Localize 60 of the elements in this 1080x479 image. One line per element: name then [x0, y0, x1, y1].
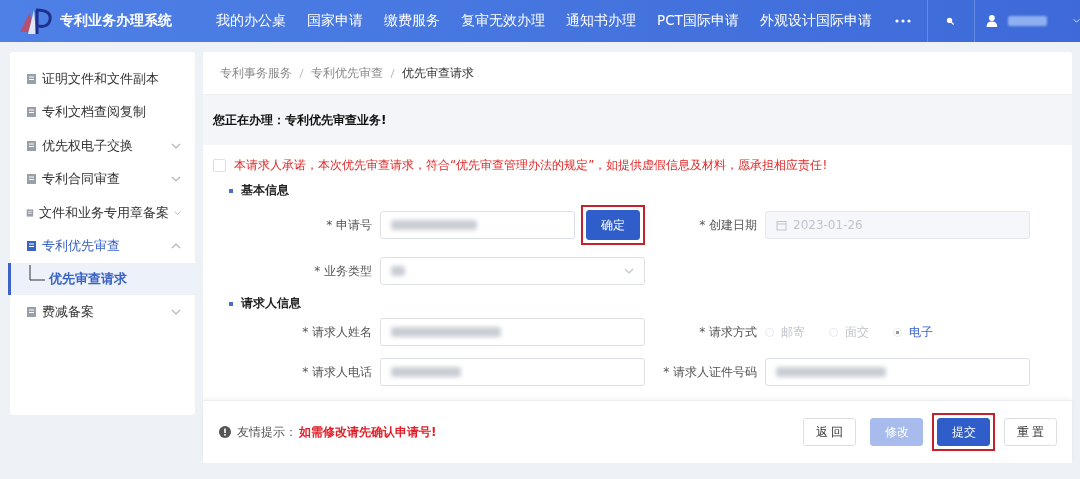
- radio-option[interactable]: 电子: [893, 323, 933, 341]
- sidebar-item[interactable]: 费减备案: [10, 295, 195, 329]
- tip-text: 如需修改请先确认申请号!: [299, 423, 437, 441]
- input-field[interactable]: [380, 358, 645, 386]
- pledge-text: 本请求人承诺，本次优先审查请求，符合“优先审查管理办法的规定”，如提供虚假信息及材料，愿承担相应责任!: [234, 157, 828, 174]
- chevron-down-icon: [624, 268, 634, 274]
- sidebar-item[interactable]: 专利文档查阅复制: [10, 95, 195, 129]
- document-icon: [26, 240, 37, 253]
- action-button[interactable]: 返 回: [803, 418, 856, 446]
- input-field[interactable]: [380, 318, 645, 346]
- info-icon: [219, 426, 231, 438]
- breadcrumb-link[interactable]: 专利优先审查: [311, 64, 383, 82]
- checkbox[interactable]: [213, 159, 226, 172]
- document-icon: [26, 206, 34, 219]
- redacted-value: [391, 266, 405, 276]
- input-field[interactable]: [380, 211, 575, 239]
- sidebar-item[interactable]: 证明文件和文件副本: [10, 62, 195, 96]
- field-label: * 请求人电话: [301, 363, 372, 381]
- document-icon: [26, 305, 37, 318]
- nav-link[interactable]: 通知书办理: [566, 12, 636, 30]
- sidebar-item[interactable]: 专利合同审查: [10, 162, 195, 196]
- breadcrumb-link[interactable]: 专利事务服务: [220, 64, 292, 82]
- field-label: * 业务类型: [313, 262, 372, 280]
- action-button[interactable]: 提交: [937, 418, 990, 446]
- chevron-down-icon[interactable]: [1072, 17, 1080, 25]
- calendar-icon: [776, 219, 787, 231]
- nav-link[interactable]: PCT国际申请: [657, 12, 739, 30]
- more-icon[interactable]: [894, 19, 911, 23]
- bullet-icon: [229, 301, 233, 306]
- nav-link[interactable]: 国家申请: [307, 12, 363, 30]
- nav-link[interactable]: 缴费服务: [384, 12, 440, 30]
- redacted-username: [1008, 16, 1047, 26]
- action-button[interactable]: 重 置: [1004, 418, 1057, 446]
- document-icon: [26, 139, 37, 152]
- field-label: * 请求人姓名: [301, 323, 372, 341]
- tree-line-icon: [29, 265, 45, 281]
- redacted-value: [391, 367, 461, 377]
- nav-link[interactable]: 我的办公桌: [216, 12, 286, 30]
- document-icon: [26, 173, 37, 186]
- sidebar-item[interactable]: 文件和业务专用章备案: [10, 196, 195, 230]
- sidebar-subitem[interactable]: 优先审查请求: [8, 263, 195, 295]
- field-label: * 请求人证件号码: [662, 363, 757, 381]
- nav-link[interactable]: 复审无效办理: [461, 12, 545, 30]
- sidebar-item[interactable]: 优先权电子交换: [10, 129, 195, 163]
- nav-link[interactable]: 外观设计国际申请: [759, 12, 872, 30]
- section-title: 请求人信息: [241, 295, 301, 312]
- notice-text: 您正在办理：专利优先审查业务!: [213, 111, 387, 129]
- section-title: 基本信息: [241, 182, 289, 199]
- document-icon: [26, 106, 37, 119]
- confirm-button[interactable]: 确定: [586, 210, 640, 240]
- field-label: * 请求方式: [698, 323, 757, 341]
- app-title: 专利业务办理系统: [60, 12, 172, 30]
- field-label: * 创建日期: [698, 216, 757, 234]
- select-field[interactable]: [380, 257, 645, 285]
- tip-label: 友情提示：: [237, 423, 297, 441]
- field-label: * 申请号: [325, 216, 372, 234]
- bullet-icon: [229, 188, 233, 193]
- input-field[interactable]: [765, 358, 1030, 386]
- document-icon: [26, 72, 37, 85]
- sidebar-item[interactable]: 专利优先审查: [10, 229, 195, 263]
